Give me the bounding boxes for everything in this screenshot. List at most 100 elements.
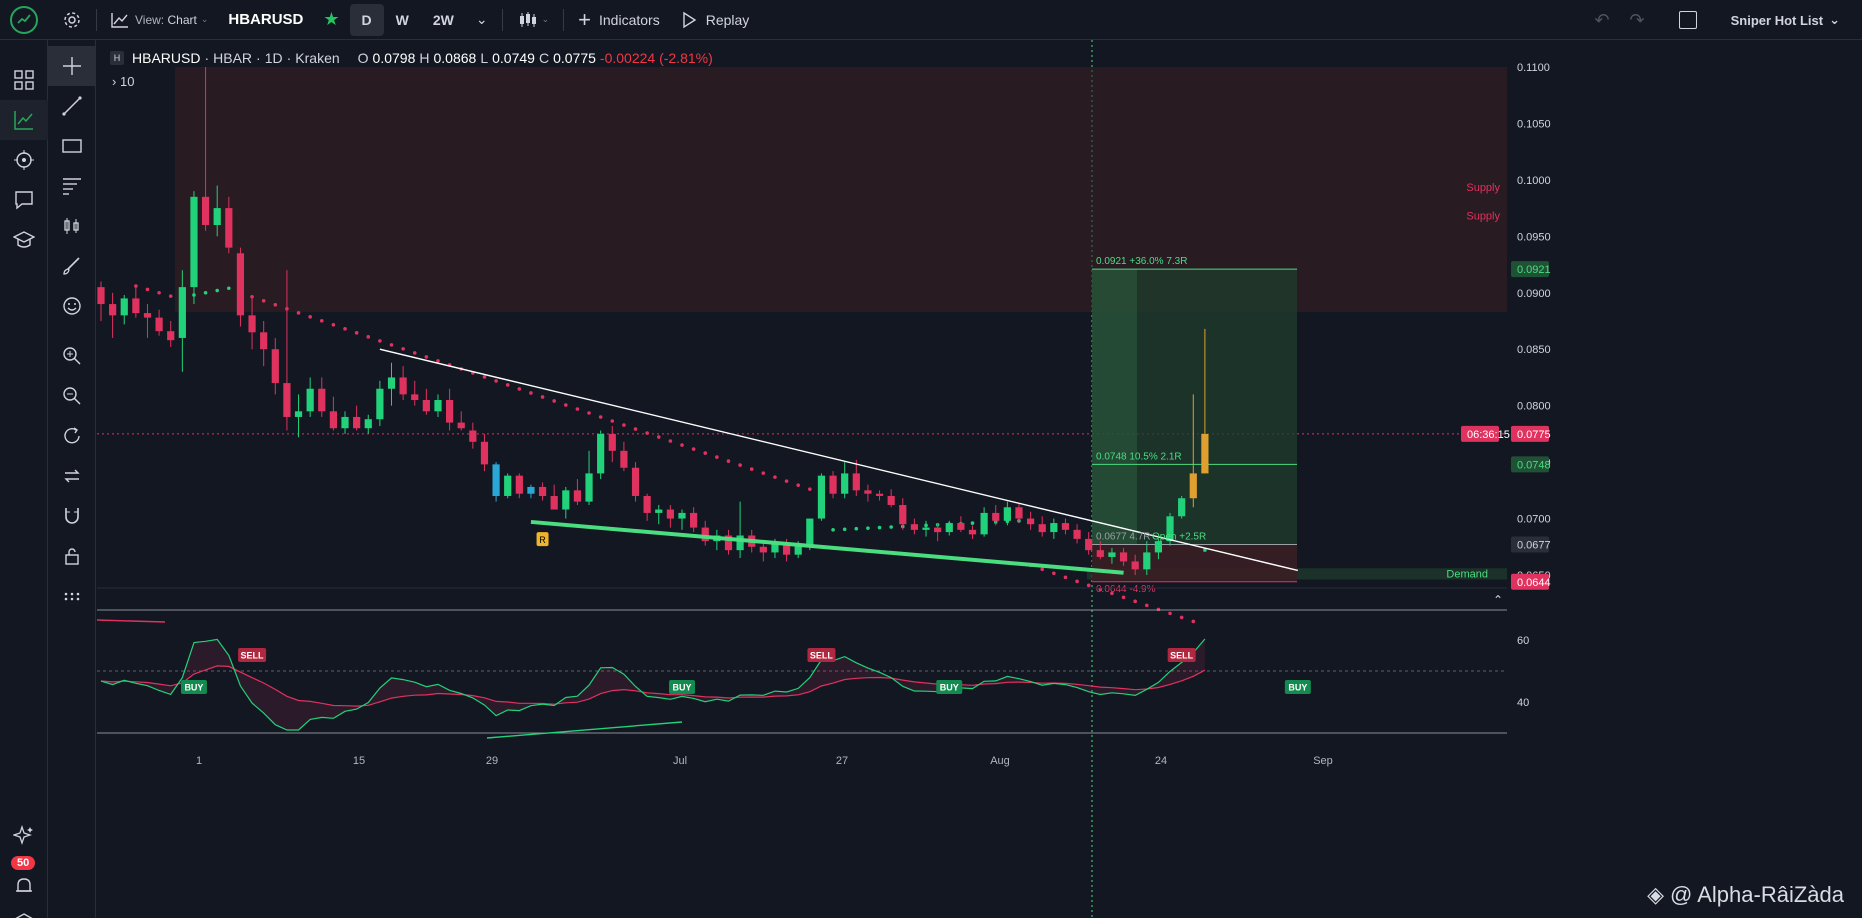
psar-dot	[598, 415, 603, 419]
candle-body	[573, 490, 582, 502]
timeframe-d[interactable]: D	[349, 3, 384, 36]
price-tick: 0.0700	[1517, 514, 1551, 526]
psar-dot	[529, 391, 533, 395]
psar-dot	[738, 463, 742, 467]
psar-dot	[808, 487, 812, 491]
nav-dashboard[interactable]	[0, 60, 48, 100]
candle-body	[899, 505, 907, 525]
price-chart[interactable]: R 0.0921 +36.0% 7.3R 0.0748 10.5% 2.1R 0.06…	[97, 40, 1862, 918]
time-tick: Jul	[673, 755, 687, 767]
candle-body	[1119, 552, 1128, 562]
tool-more[interactable]	[48, 576, 96, 616]
timeframe-w[interactable]: W	[384, 0, 421, 40]
candle-body	[260, 332, 268, 350]
indicators-toggle[interactable]: › 10	[112, 74, 134, 89]
nav-ai[interactable]	[0, 816, 48, 856]
target-price-badge: 0.0921	[1517, 264, 1551, 276]
time-tick: Aug	[990, 755, 1010, 767]
oscillator-divergence-red	[97, 619, 166, 623]
psar-dot	[633, 427, 638, 431]
favorite-star-icon[interactable]: ★	[313, 0, 349, 40]
legend-o-label: O	[357, 50, 369, 66]
timeframe-2w[interactable]: 2W	[421, 0, 466, 40]
candle-body	[201, 196, 210, 226]
tool-emoji[interactable]	[48, 286, 96, 326]
watermark: ◈ @ Alpha-RâiZàda	[1647, 882, 1844, 908]
time-tick: 29	[486, 755, 498, 767]
nav-chat[interactable]	[0, 180, 48, 220]
symbol-icon: H	[110, 51, 124, 65]
more-dots-icon	[64, 592, 80, 601]
r-label: R	[539, 535, 546, 545]
current-price-badge: 0.0775	[1517, 429, 1551, 441]
right-tools: ↶ ↷ Sniper Hot List ⌄	[1584, 0, 1862, 40]
tool-zoom-out[interactable]	[48, 376, 96, 416]
price-tick: 0.0950	[1517, 231, 1551, 243]
symbol-search[interactable]: HBARUSD	[218, 0, 313, 40]
psar-dot	[505, 383, 510, 387]
tool-patterns[interactable]	[48, 206, 96, 246]
zones	[175, 67, 1507, 583]
watchlist-selector[interactable]: Sniper Hot List ⌄	[1721, 0, 1850, 40]
crosshair-target-icon	[14, 150, 34, 170]
tool-brush[interactable]	[48, 246, 96, 286]
time-tick: 15	[353, 755, 365, 767]
tool-trendline[interactable]	[48, 86, 96, 126]
legend-low: 0.0749	[492, 50, 535, 66]
psar-dot	[412, 351, 417, 355]
psar-dot	[227, 286, 231, 291]
indicators-button[interactable]: + Indicators	[568, 0, 670, 40]
nav-layers[interactable]	[0, 902, 48, 918]
nav-scanner[interactable]	[0, 140, 48, 180]
tool-lock[interactable]	[48, 536, 96, 576]
symbol-name: HBARUSD	[228, 11, 304, 28]
psar-dot	[296, 311, 301, 315]
candle-body	[945, 523, 953, 533]
candle-body	[132, 298, 140, 314]
tool-sync[interactable]	[48, 456, 96, 496]
sell-signal: SELL	[241, 651, 265, 661]
candle-body	[585, 473, 593, 502]
logo-icon	[17, 13, 31, 24]
psar-dot	[436, 359, 440, 363]
psar-dot	[354, 331, 359, 335]
divider	[563, 8, 565, 31]
oscillator-divergence-green	[486, 721, 683, 739]
redo-button[interactable]: ↷	[1620, 0, 1655, 40]
position-open-label: Open +2.5R	[1152, 532, 1206, 543]
psar-dot	[482, 375, 487, 379]
candle-body	[550, 495, 558, 510]
tool-rectangle[interactable]	[48, 126, 96, 166]
fib-lines-icon	[63, 178, 81, 195]
timeframe-dropdown[interactable]: ⌄	[466, 0, 498, 40]
candle-body	[597, 433, 605, 474]
position-stop-label: 0.0644 -4.9%	[1096, 584, 1156, 595]
supply-label: Supply	[1466, 182, 1500, 194]
psar-dot	[1133, 599, 1137, 604]
gear-icon	[64, 11, 80, 28]
divider	[501, 8, 503, 31]
candle-body	[934, 527, 942, 533]
tool-fib[interactable]	[48, 166, 96, 206]
psar-dot	[645, 431, 649, 435]
nav-education[interactable]	[0, 220, 48, 260]
nav-alerts[interactable]	[0, 866, 48, 906]
psar-dot	[1063, 575, 1068, 580]
view-selector[interactable]: View: Chart ⌄	[101, 0, 218, 40]
layout-button[interactable]	[1669, 0, 1707, 40]
psar-dot	[1052, 571, 1056, 576]
psar-dot	[1168, 611, 1172, 616]
app-logo[interactable]	[10, 5, 38, 34]
undo-button[interactable]: ↶	[1584, 0, 1619, 40]
tool-crosshair[interactable]	[48, 46, 96, 86]
tool-reset[interactable]	[48, 416, 96, 456]
tool-zoom-in[interactable]	[48, 336, 96, 376]
tool-magnet[interactable]	[48, 496, 96, 536]
price-tick: 0.1050	[1517, 118, 1551, 130]
legend-l-label: L	[480, 50, 489, 66]
candle-body	[1108, 552, 1116, 557]
settings-button[interactable]	[52, 0, 92, 40]
replay-button[interactable]: Replay	[670, 0, 760, 40]
chart-type-button[interactable]: ⌄	[507, 0, 560, 40]
nav-chart[interactable]	[0, 100, 48, 140]
